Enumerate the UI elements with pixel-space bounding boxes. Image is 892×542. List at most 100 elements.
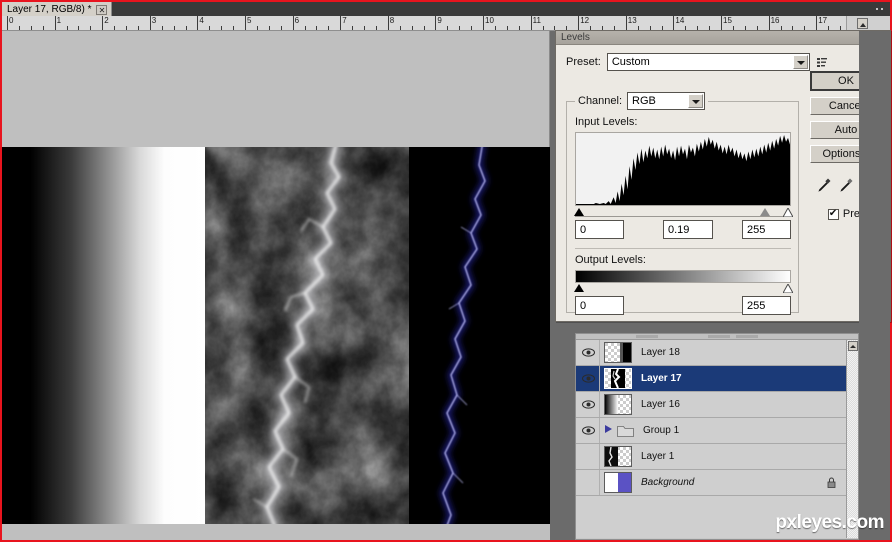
ruler-minor-tick bbox=[352, 26, 354, 30]
chevron-down-icon[interactable] bbox=[792, 55, 808, 69]
chevron-down-icon[interactable] bbox=[688, 94, 704, 108]
channel-dropdown[interactable]: RGB bbox=[627, 92, 706, 110]
layer-row[interactable]: Layer 17 bbox=[576, 366, 858, 392]
ruler-minor-tick bbox=[506, 26, 508, 30]
watermark: pxleyes.com bbox=[775, 512, 884, 533]
layer-visibility-toggle[interactable] bbox=[578, 418, 600, 443]
layer-visibility-toggle[interactable] bbox=[578, 392, 600, 417]
ruler-major-tick bbox=[292, 16, 294, 30]
layer-visibility-toggle[interactable] bbox=[578, 366, 600, 391]
layer-thumbnail[interactable] bbox=[604, 394, 632, 415]
ruler-minor-tick bbox=[268, 26, 270, 30]
layers-scrollbar[interactable] bbox=[846, 340, 858, 538]
ruler-major-tick bbox=[721, 16, 722, 30]
ruler-minor-tick bbox=[328, 26, 330, 30]
canvas-frame[interactable] bbox=[2, 31, 550, 540]
black-point-eyedropper-icon[interactable] bbox=[817, 177, 832, 196]
output-levels-gradient bbox=[575, 270, 791, 283]
ruler-minor-tick bbox=[471, 26, 473, 30]
layers-panel[interactable]: Layer 18 Layer 17 Layer 16 Group 1 Layer 1 Ba… bbox=[575, 333, 859, 540]
scroll-up-button[interactable] bbox=[857, 18, 868, 29]
output-black-field[interactable]: 0 bbox=[575, 296, 624, 315]
preset-menu-icon[interactable] bbox=[816, 56, 829, 69]
ruler-minor-tick bbox=[280, 26, 282, 30]
layer-row[interactable]: Layer 18 bbox=[576, 340, 858, 366]
ruler-minor-tick bbox=[30, 26, 32, 30]
ruler-tick-label: 15 bbox=[723, 16, 732, 25]
layer-thumbnail[interactable] bbox=[604, 342, 632, 363]
input-levels-label: Input Levels: bbox=[575, 116, 638, 128]
levels-dialog-title: Levels bbox=[561, 32, 590, 43]
output-black-point-handle[interactable] bbox=[574, 284, 584, 292]
eye-icon bbox=[582, 426, 595, 435]
ruler-major-tick bbox=[625, 16, 627, 30]
document-tab[interactable]: Layer 17, RGB/8) * ✕ bbox=[2, 2, 113, 16]
input-levels-values: 0 0.19 255 bbox=[575, 220, 791, 240]
ruler-minor-tick bbox=[173, 26, 175, 30]
ruler-major-tick bbox=[54, 16, 56, 30]
layer-visibility-toggle[interactable] bbox=[578, 340, 600, 365]
preview-checkbox[interactable] bbox=[827, 208, 839, 220]
scroll-up-icon[interactable] bbox=[848, 341, 858, 351]
panel-tab-nub bbox=[736, 335, 758, 338]
app-window: Layer 17, RGB/8) * ✕ 0 1 2 3 4 5 6 7 8 9 10 11 12 13 1… bbox=[0, 0, 892, 542]
ruler-tick-label: 14 bbox=[675, 16, 685, 25]
layer-row[interactable]: Background bbox=[576, 470, 858, 496]
panel-grip-icon bbox=[875, 7, 884, 11]
ruler-tick-label: 4 bbox=[199, 16, 204, 25]
layer-visibility-toggle[interactable] bbox=[578, 444, 600, 469]
document-tab-close-icon[interactable]: ✕ bbox=[96, 4, 108, 15]
ruler-major-tick bbox=[673, 16, 675, 30]
layer-name: Group 1 bbox=[643, 425, 680, 436]
input-black-point-handle[interactable] bbox=[574, 208, 584, 216]
output-white-point-handle[interactable] bbox=[782, 282, 794, 296]
levels-dialog-titlebar[interactable]: Levels ✕ bbox=[556, 31, 890, 45]
ruler-minor-tick bbox=[221, 26, 223, 30]
levels-group: Channel: RGB Input Levels: 0 0.19 255 Ou… bbox=[566, 92, 799, 315]
layer-thumbnail[interactable] bbox=[604, 472, 632, 493]
eye-icon bbox=[582, 400, 595, 409]
input-gamma-field[interactable]: 0.19 bbox=[663, 220, 713, 239]
ruler-minor-tick bbox=[209, 26, 211, 30]
group-expand-arrow-icon[interactable] bbox=[604, 424, 615, 437]
input-black-field[interactable]: 0 bbox=[575, 220, 624, 239]
cloud-lightning-render bbox=[205, 147, 409, 524]
layer-row[interactable]: Group 1 bbox=[576, 418, 858, 444]
ruler-major-tick bbox=[7, 16, 8, 30]
input-white-point-handle[interactable] bbox=[782, 206, 794, 218]
layer-name: Layer 18 bbox=[641, 347, 680, 358]
horizontal-ruler[interactable]: 0123456789101112131415161718192021222324… bbox=[2, 16, 890, 31]
layer-thumbnail[interactable] bbox=[604, 446, 632, 467]
input-gamma-handle[interactable] bbox=[760, 208, 770, 216]
histogram bbox=[575, 132, 791, 206]
input-slider-track-line bbox=[575, 216, 791, 217]
ruler-minor-tick bbox=[411, 26, 413, 30]
layer-visibility-toggle[interactable] bbox=[578, 470, 600, 495]
layer-list[interactable]: Layer 18 Layer 17 Layer 16 Group 1 Layer 1 Ba… bbox=[576, 340, 858, 538]
ruler-minor-tick bbox=[256, 26, 258, 30]
workspace bbox=[2, 31, 570, 540]
layer-row[interactable]: Layer 1 bbox=[576, 444, 858, 470]
input-levels-slider[interactable] bbox=[574, 206, 794, 218]
output-levels-slider[interactable] bbox=[574, 282, 794, 296]
layer-thumbnail[interactable] bbox=[604, 368, 632, 389]
preset-row: Preset: Custom bbox=[566, 53, 882, 71]
ruler-major-tick bbox=[245, 16, 246, 30]
image-canvas[interactable] bbox=[2, 147, 550, 524]
output-white-field[interactable]: 255 bbox=[742, 296, 791, 315]
ruler-minor-tick bbox=[364, 26, 365, 30]
ruler-minor-tick bbox=[137, 26, 139, 30]
histogram-plot bbox=[576, 133, 790, 205]
top-right-panel-stub bbox=[846, 2, 890, 16]
lock-icon bbox=[827, 477, 836, 488]
layer-row[interactable]: Layer 16 bbox=[576, 392, 858, 418]
ruler-major-tick bbox=[149, 16, 151, 30]
input-white-field[interactable]: 255 bbox=[742, 220, 791, 239]
preset-dropdown[interactable]: Custom bbox=[606, 53, 810, 71]
canvas-bottom-margin bbox=[2, 524, 550, 540]
layer-name: Layer 16 bbox=[641, 399, 680, 410]
levels-dialog[interactable]: Levels ✕ Preset: Custom bbox=[555, 30, 891, 322]
gray-point-eyedropper-icon[interactable] bbox=[839, 177, 854, 196]
eye-icon bbox=[582, 348, 595, 357]
panel-tab-nub bbox=[708, 335, 730, 338]
